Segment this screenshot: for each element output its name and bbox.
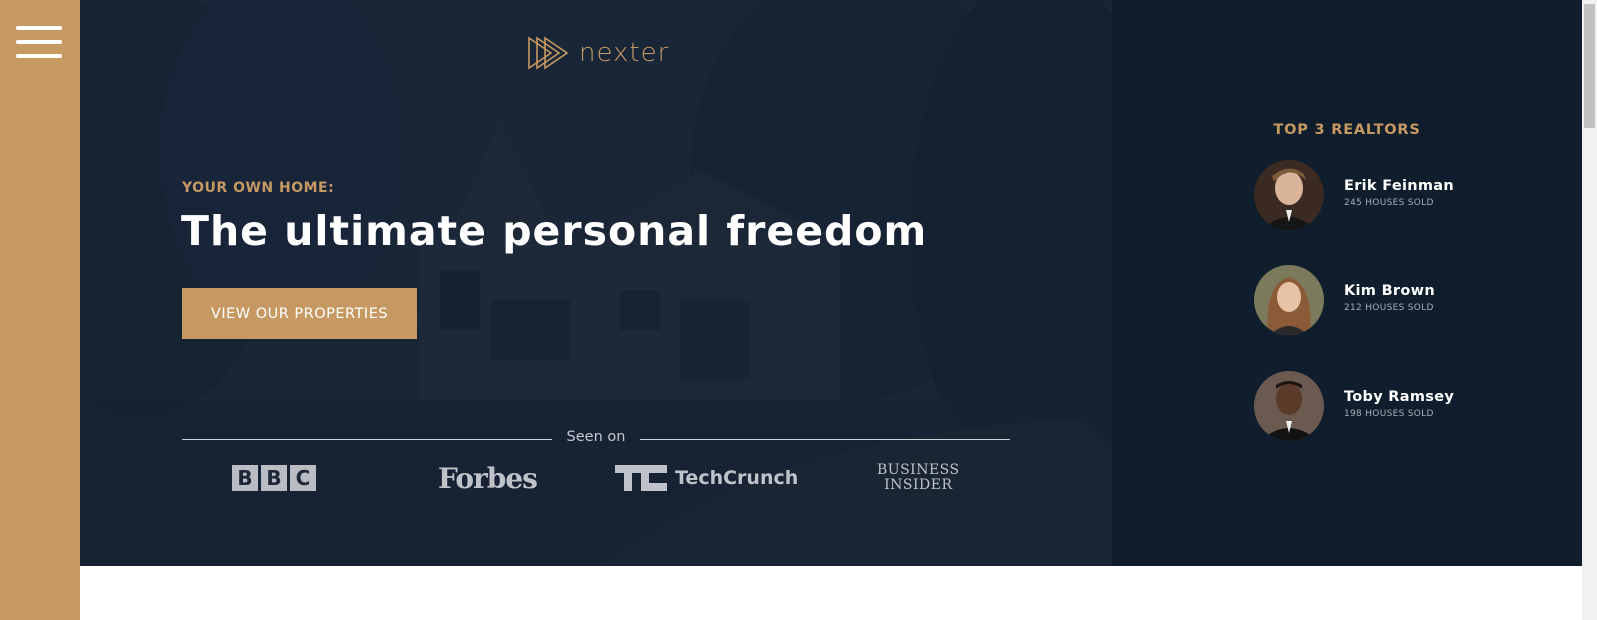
realtor-name: Erik Feinman: [1344, 178, 1454, 194]
realtors-heading: TOP 3 REALTORS: [1273, 122, 1421, 138]
menu-line: [16, 54, 62, 58]
realtor-houses-sold: 245 HOUSES SOLD: [1344, 198, 1434, 208]
press-logos: B B C Forbes TechCrunch BUSINESS INSIDER: [182, 458, 1010, 498]
avatar: [1254, 371, 1324, 441]
view-properties-button[interactable]: VIEW OUR PROPERTIES: [182, 288, 417, 339]
scrollbar-thumb[interactable]: [1584, 4, 1595, 128]
realtor-houses-sold: 198 HOUSES SOLD: [1344, 409, 1434, 419]
logo-text: nexter: [579, 38, 670, 68]
seen-on-divider: Seen on: [182, 428, 1010, 450]
realtor-name: Toby Ramsey: [1344, 389, 1455, 405]
techcrunch-wordmark: TechCrunch: [675, 467, 799, 489]
realtors-panel: TOP 3 REALTORS Erik Feinman 245 HOUSES S…: [1112, 0, 1582, 566]
hero-title: The ultimate personal freedom: [181, 207, 928, 255]
hamburger-menu-icon[interactable]: [16, 24, 64, 60]
divider-line: [640, 439, 1010, 440]
play-triangles-icon: [528, 36, 569, 70]
scrollbar[interactable]: [1582, 0, 1597, 620]
avatar: [1254, 265, 1324, 335]
avatar: [1254, 160, 1324, 230]
menu-line: [16, 40, 62, 44]
logo[interactable]: nexter: [527, 36, 669, 70]
forbes-logo: Forbes: [438, 461, 538, 495]
bbc-letter: C: [290, 465, 316, 491]
bbc-logo: B B C: [232, 458, 316, 498]
realtor-houses-sold: 212 HOUSES SOLD: [1344, 303, 1434, 313]
realtor-card[interactable]: Toby Ramsey 198 HOUSES SOLD: [1254, 371, 1554, 443]
realtor-card[interactable]: Kim Brown 212 HOUSES SOLD: [1254, 265, 1554, 337]
seen-on-label: Seen on: [566, 429, 626, 445]
bbc-letter: B: [261, 465, 287, 491]
hero-header: nexter YOUR OWN HOME: The ultimate perso…: [80, 0, 1112, 566]
business-insider-line2: INSIDER: [884, 477, 953, 493]
realtor-name: Kim Brown: [1344, 283, 1435, 299]
techcrunch-logo: TechCrunch: [615, 458, 798, 498]
sidebar: [0, 0, 80, 620]
menu-line: [16, 26, 62, 30]
business-insider-line1: BUSINESS: [877, 462, 960, 478]
techcrunch-mark-icon: [615, 465, 667, 491]
business-insider-logo: BUSINESS INSIDER: [877, 458, 960, 498]
bbc-letter: B: [232, 465, 258, 491]
realtor-card[interactable]: Erik Feinman 245 HOUSES SOLD: [1254, 160, 1554, 232]
hero-subtitle: YOUR OWN HOME:: [182, 180, 335, 196]
